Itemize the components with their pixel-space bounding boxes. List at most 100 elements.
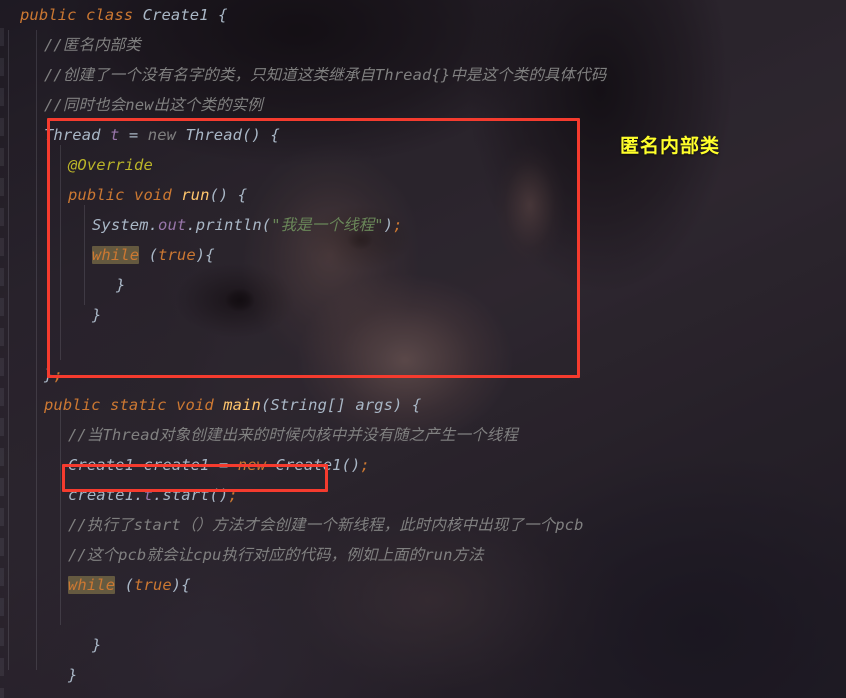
code-line[interactable]: }	[0, 630, 846, 660]
code-line-content: //执行了start（）方法才会创建一个新线程，此时内核中出现了一个pcb	[8, 516, 584, 534]
gutter-tick	[0, 598, 4, 616]
code-line[interactable]: }	[0, 270, 846, 300]
code-line[interactable]: //创建了一个没有名字的类，只知道这类继承自Thread{}中是这个类的具体代码	[0, 60, 846, 90]
code-line[interactable]: //当Thread对象创建出来的时候内核中并没有随之产生一个线程	[0, 420, 846, 450]
code-token: t	[143, 486, 153, 504]
code-line[interactable]: }	[0, 690, 846, 698]
gutter-tick	[0, 58, 4, 76]
gutter-tick	[0, 238, 4, 256]
code-token: () {	[209, 186, 248, 204]
code-token: public	[44, 396, 101, 414]
code-line[interactable]: //匿名内部类	[0, 30, 846, 60]
gutter-tick	[0, 628, 4, 646]
code-token: out	[158, 216, 187, 234]
code-line[interactable]: while (true){	[0, 240, 846, 270]
code-token: ;	[393, 216, 403, 234]
code-line[interactable]	[0, 330, 846, 360]
gutter-tick	[0, 208, 4, 226]
code-token: ;	[53, 366, 63, 384]
gutter-tick	[0, 538, 4, 556]
code-token: while	[68, 576, 116, 594]
gutter-tick	[0, 418, 4, 436]
code-line-content: while (true){	[8, 246, 215, 264]
code-line-content: //这个pcb就会让cpu执行对应的代码，例如上面的run方法	[8, 546, 484, 564]
code-token: ()	[209, 486, 229, 504]
code-line[interactable]: public class Create1 {	[0, 0, 846, 30]
code-token: create1	[68, 486, 135, 504]
code-line-content: //创建了一个没有名字的类，只知道这类继承自Thread{}中是这个类的具体代码	[8, 66, 606, 84]
code-token: public	[20, 6, 77, 24]
code-token: start	[162, 486, 210, 504]
code-line[interactable]: while (true){	[0, 570, 846, 600]
code-token: String[]	[270, 396, 346, 414]
gutter-tick	[0, 328, 4, 346]
code-line[interactable]: //执行了start（）方法才会创建一个新线程，此时内核中出现了一个pcb	[0, 510, 846, 540]
code-token: public	[68, 186, 125, 204]
code-line[interactable]: };	[0, 360, 846, 390]
code-line[interactable]: public static void main(String[] args) {	[0, 390, 846, 420]
gutter-tick	[0, 478, 4, 496]
code-line[interactable]: }	[0, 660, 846, 690]
code-line[interactable]: }	[0, 300, 846, 330]
gutter-tick	[0, 358, 4, 376]
code-token: .	[152, 486, 163, 504]
gutter-tick	[0, 298, 4, 316]
code-token: (	[115, 576, 135, 594]
code-token: run	[181, 186, 210, 204]
code-token: Thread() {	[185, 126, 280, 144]
code-token: create1	[143, 456, 210, 474]
gutter-tick	[0, 148, 4, 166]
code-token: }	[68, 666, 78, 684]
code-line-content: //匿名内部类	[8, 36, 141, 54]
code-line-content: create1.t.start();	[8, 486, 238, 504]
code-token: true	[158, 246, 196, 264]
code-line-content: }	[8, 306, 101, 324]
code-token: System	[92, 216, 149, 234]
code-line-content: @Override	[8, 156, 153, 174]
code-line-content: }	[8, 276, 125, 294]
code-token: (	[139, 246, 159, 264]
code-line[interactable]: create1.t.start();	[0, 480, 846, 510]
code-token: (	[260, 396, 271, 414]
code-token: }	[92, 636, 102, 654]
code-token: args	[355, 396, 394, 414]
gutter-tick	[0, 388, 4, 406]
code-token: //同时也会new出这个类的实例	[44, 96, 263, 114]
gutter-tick	[0, 178, 4, 196]
code-token: void	[176, 396, 214, 414]
code-editor[interactable]: public class Create1 { //匿名内部类 //创建了一个没有名字…	[0, 0, 846, 698]
code-token: Create1	[142, 6, 209, 24]
code-line[interactable]: //同时也会new出这个类的实例	[0, 90, 846, 120]
code-token: }	[92, 306, 102, 324]
code-line-content: //当Thread对象创建出来的时候内核中并没有随之产生一个线程	[8, 426, 518, 444]
gutter-tick	[0, 658, 4, 676]
gutter-tick	[0, 568, 4, 586]
gutter-tick	[0, 688, 4, 698]
code-line-content: Create1 create1 = new Create1();	[8, 456, 370, 474]
editor-window: public class Create1 { //匿名内部类 //创建了一个没有名字…	[0, 0, 846, 698]
code-line[interactable]	[0, 600, 846, 630]
code-token: "我是一个线程"	[271, 216, 384, 234]
code-token: println	[195, 216, 262, 234]
code-line[interactable]: Create1 create1 = new Create1();	[0, 450, 846, 480]
code-line[interactable]: System.out.println("我是一个线程");	[0, 210, 846, 240]
code-line-content	[8, 336, 20, 354]
gutter-tick	[0, 508, 4, 526]
gutter-tick	[0, 88, 4, 106]
code-line-content: }	[8, 636, 101, 654]
code-token: main	[223, 396, 261, 414]
code-token: static	[110, 396, 167, 414]
indent-guide	[60, 405, 61, 625]
indent-guide	[60, 145, 61, 360]
code-line-content: Thread t = new Thread() {	[8, 126, 280, 144]
code-line[interactable]: public void run() {	[0, 180, 846, 210]
code-line[interactable]: //这个pcb就会让cpu执行对应的代码，例如上面的run方法	[0, 540, 846, 570]
code-token: new	[147, 126, 177, 144]
code-token: class	[86, 6, 134, 24]
